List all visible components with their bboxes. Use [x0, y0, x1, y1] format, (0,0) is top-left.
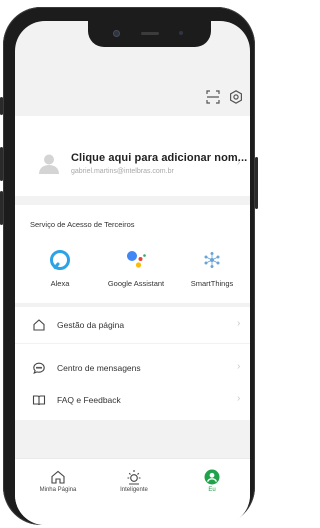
chevron-right-icon: ›	[237, 361, 241, 372]
menu-item-faq[interactable]: FAQ e Feedback ›	[15, 384, 250, 416]
book-icon	[32, 395, 46, 406]
menu-item-label: FAQ e Feedback	[57, 395, 121, 405]
google-assistant-icon	[127, 251, 146, 268]
profile-name: Clique aqui para adicionar nom...	[71, 152, 248, 164]
message-icon	[33, 362, 45, 374]
chevron-right-icon: ›	[237, 393, 241, 404]
gear-icon[interactable]	[228, 89, 244, 105]
service-label: Alexa	[50, 279, 70, 288]
side-button	[0, 97, 3, 115]
header-actions	[15, 89, 250, 107]
tab-label: Eu	[208, 487, 216, 493]
menu-item-label: Gestão da página	[57, 320, 125, 330]
chevron-right-icon: ›	[237, 157, 241, 168]
notch	[88, 21, 211, 47]
menu-group-page: Gestão da página ›	[15, 307, 250, 343]
tab-label: Minha Página	[39, 487, 77, 493]
profile-card[interactable]: Clique aqui para adicionar nom... gabrie…	[15, 116, 250, 196]
menu-item-label: Centro de mensagens	[57, 363, 141, 373]
service-smartthings[interactable]: SmartThings	[177, 249, 247, 288]
tab-inteligente[interactable]: Inteligente	[104, 469, 164, 493]
side-button	[0, 191, 3, 225]
service-alexa[interactable]: Alexa	[25, 249, 95, 288]
sun-icon	[127, 470, 141, 485]
menu-group-support: Centro de mensagens › FAQ e Feedback ›	[15, 344, 250, 420]
speaker	[141, 32, 159, 35]
home-icon	[33, 319, 45, 331]
sensor	[179, 31, 183, 35]
service-label: Google Assistant	[107, 279, 165, 288]
home-icon	[51, 470, 65, 484]
service-label: SmartThings	[190, 279, 234, 288]
menu-item-page-management[interactable]: Gestão da página ›	[15, 309, 250, 341]
menu-item-message-center[interactable]: Centro de mensagens ›	[15, 352, 250, 384]
tab-label: Inteligente	[120, 487, 148, 493]
profile-email: gabriel.martins@intelbras.com.br	[71, 168, 174, 175]
smartthings-icon	[204, 252, 220, 268]
alexa-icon	[50, 250, 70, 270]
side-button	[255, 157, 258, 209]
side-button	[0, 147, 3, 181]
service-google-assistant[interactable]: Google Assistant	[101, 249, 171, 288]
person-icon	[204, 469, 220, 485]
app-screen: Clique aqui para adicionar nom... gabrie…	[15, 21, 250, 525]
bottom-tab-bar: Minha Página Inteligente Eu	[15, 458, 250, 525]
avatar	[38, 152, 60, 174]
camera	[113, 30, 120, 37]
scan-icon[interactable]	[205, 89, 221, 105]
phone-frame: Clique aqui para adicionar nom... gabrie…	[0, 7, 258, 525]
tab-eu[interactable]: Eu	[182, 469, 242, 493]
tab-minha-pagina[interactable]: Minha Página	[28, 469, 88, 493]
section-title: Serviço de Acesso de Terceiros	[30, 220, 135, 229]
third-party-services: Serviço de Acesso de Terceiros Alexa Goo…	[15, 205, 250, 303]
chevron-right-icon: ›	[237, 318, 241, 329]
